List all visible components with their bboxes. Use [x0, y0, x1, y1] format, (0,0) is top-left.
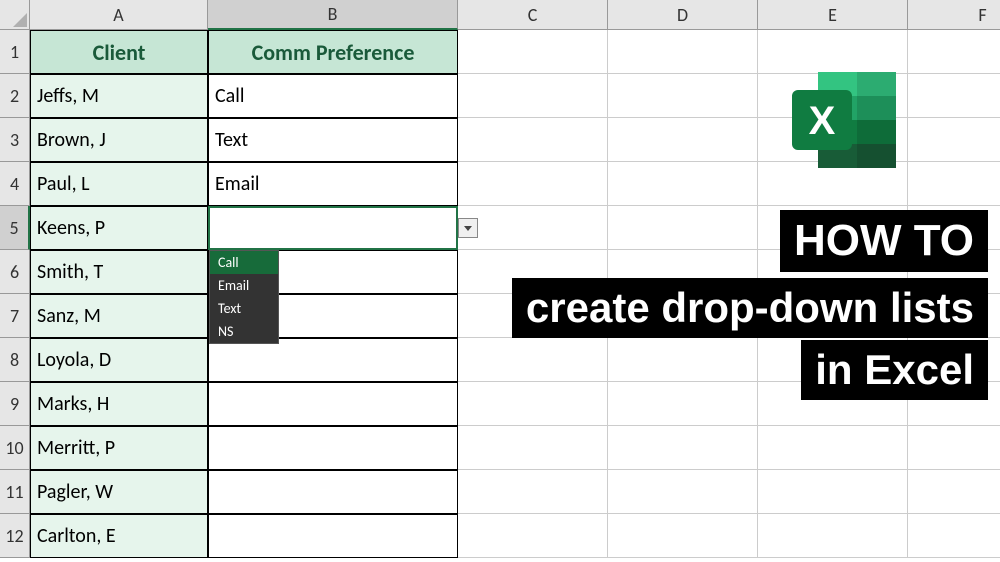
cell-c3[interactable]: [458, 118, 608, 162]
cell-a4[interactable]: Paul, L: [30, 162, 208, 206]
cell-b4[interactable]: Email: [208, 162, 458, 206]
row-head-7[interactable]: 7: [0, 294, 30, 338]
svg-text:X: X: [809, 99, 836, 143]
cell-d10[interactable]: [608, 426, 758, 470]
cell-c2[interactable]: [458, 74, 608, 118]
cell-e1[interactable]: [758, 30, 908, 74]
cell-d3[interactable]: [608, 118, 758, 162]
cell-f12[interactable]: [908, 514, 1000, 558]
row-head-10[interactable]: 10: [0, 426, 30, 470]
cell-a1[interactable]: Client: [30, 30, 208, 74]
cell-a7[interactable]: Sanz, M: [30, 294, 208, 338]
dropdown-toggle-icon[interactable]: [458, 218, 478, 238]
col-head-d[interactable]: D: [608, 0, 758, 30]
row-head-12[interactable]: 12: [0, 514, 30, 558]
col-head-e[interactable]: E: [758, 0, 908, 30]
cell-b3[interactable]: Text: [208, 118, 458, 162]
cell-f10[interactable]: [908, 426, 1000, 470]
dropdown-list[interactable]: Call Email Text NS: [209, 250, 279, 344]
cell-e12[interactable]: [758, 514, 908, 558]
cell-d1[interactable]: [608, 30, 758, 74]
cell-c1[interactable]: [458, 30, 608, 74]
cell-d5[interactable]: [608, 206, 758, 250]
cell-d8[interactable]: [608, 338, 758, 382]
cell-b9[interactable]: [208, 382, 458, 426]
cell-a6[interactable]: Smith, T: [30, 250, 208, 294]
cell-c11[interactable]: [458, 470, 608, 514]
cell-d2[interactable]: [608, 74, 758, 118]
cell-f11[interactable]: [908, 470, 1000, 514]
cell-c9[interactable]: [458, 382, 608, 426]
excel-icon: X: [790, 70, 900, 170]
row-head-6[interactable]: 6: [0, 250, 30, 294]
overlay-title-line3: in Excel: [801, 340, 988, 400]
cell-c8[interactable]: [458, 338, 608, 382]
cell-d4[interactable]: [608, 162, 758, 206]
cell-f4[interactable]: [908, 162, 1000, 206]
dropdown-option-call[interactable]: Call: [210, 251, 278, 274]
select-all-corner[interactable]: [0, 0, 30, 30]
cell-b12[interactable]: [208, 514, 458, 558]
cell-b10[interactable]: [208, 426, 458, 470]
cell-f3[interactable]: [908, 118, 1000, 162]
overlay-title-line2: create drop-down lists: [512, 278, 988, 338]
row-head-5[interactable]: 5: [0, 206, 30, 250]
cell-f2[interactable]: [908, 74, 1000, 118]
cell-b8[interactable]: [208, 338, 458, 382]
col-head-a[interactable]: A: [30, 0, 208, 30]
cell-c12[interactable]: [458, 514, 608, 558]
cell-a11[interactable]: Pagler, W: [30, 470, 208, 514]
cell-e10[interactable]: [758, 426, 908, 470]
dropdown-option-ns[interactable]: NS: [210, 320, 278, 343]
col-head-c[interactable]: C: [458, 0, 608, 30]
cell-b5[interactable]: [208, 206, 458, 250]
cell-a2[interactable]: Jeffs, M: [30, 74, 208, 118]
row-head-1[interactable]: 1: [0, 30, 30, 74]
cell-c5[interactable]: [458, 206, 608, 250]
cell-d11[interactable]: [608, 470, 758, 514]
cell-c4[interactable]: [458, 162, 608, 206]
cell-a10[interactable]: Merritt, P: [30, 426, 208, 470]
cell-a12[interactable]: Carlton, E: [30, 514, 208, 558]
cell-b2[interactable]: Call: [208, 74, 458, 118]
row-head-9[interactable]: 9: [0, 382, 30, 426]
col-head-b[interactable]: B: [208, 0, 458, 30]
cell-f1[interactable]: [908, 30, 1000, 74]
cell-b1[interactable]: Comm Preference: [208, 30, 458, 74]
cell-a3[interactable]: Brown, J: [30, 118, 208, 162]
row-head-3[interactable]: 3: [0, 118, 30, 162]
cell-d9[interactable]: [608, 382, 758, 426]
dropdown-option-text[interactable]: Text: [210, 297, 278, 320]
overlay-title-line1: HOW TO: [780, 210, 988, 272]
cell-a5[interactable]: Keens, P: [30, 206, 208, 250]
cell-e11[interactable]: [758, 470, 908, 514]
cell-c10[interactable]: [458, 426, 608, 470]
cell-a9[interactable]: Marks, H: [30, 382, 208, 426]
row-head-2[interactable]: 2: [0, 74, 30, 118]
row-head-11[interactable]: 11: [0, 470, 30, 514]
cell-d12[interactable]: [608, 514, 758, 558]
col-head-f[interactable]: F: [908, 0, 1000, 30]
cell-b11[interactable]: [208, 470, 458, 514]
row-head-8[interactable]: 8: [0, 338, 30, 382]
cell-a8[interactable]: Loyola, D: [30, 338, 208, 382]
row-head-4[interactable]: 4: [0, 162, 30, 206]
dropdown-option-email[interactable]: Email: [210, 274, 278, 297]
